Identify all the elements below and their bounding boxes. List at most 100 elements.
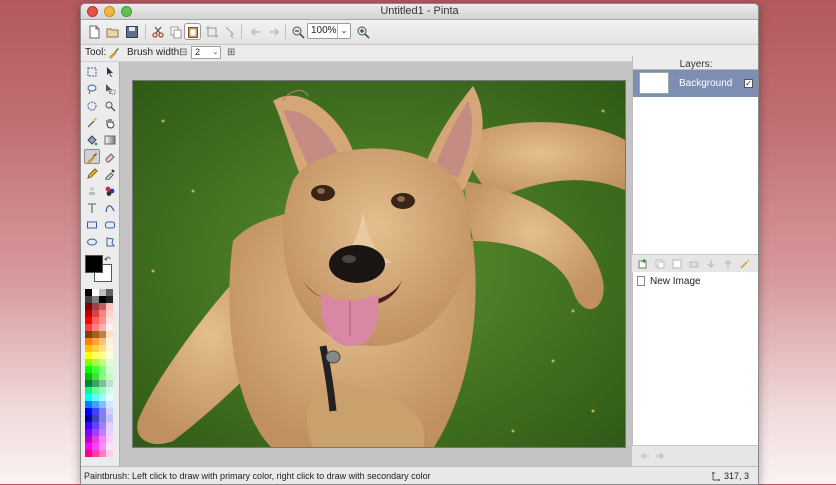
palette-swatch[interactable] xyxy=(92,338,99,345)
gradient-tool[interactable] xyxy=(102,132,118,147)
palette-swatch[interactable] xyxy=(99,296,106,303)
deselect-button[interactable] xyxy=(221,23,238,40)
palette-swatch[interactable] xyxy=(85,373,92,380)
palette-swatch[interactable] xyxy=(85,429,92,436)
palette-swatch[interactable] xyxy=(99,380,106,387)
palette-swatch[interactable] xyxy=(92,415,99,422)
palette-swatch[interactable] xyxy=(85,401,92,408)
palette-swatch[interactable] xyxy=(99,345,106,352)
palette-swatch[interactable] xyxy=(106,450,113,457)
cut-button[interactable] xyxy=(149,23,166,40)
undo-button[interactable] xyxy=(247,23,264,40)
redo-button[interactable] xyxy=(265,23,282,40)
palette-swatch[interactable] xyxy=(106,401,113,408)
move-selected-tool[interactable] xyxy=(102,64,118,79)
palette-swatch[interactable] xyxy=(85,415,92,422)
palette-swatch[interactable] xyxy=(106,324,113,331)
zoom-out-button[interactable] xyxy=(289,23,306,40)
palette-swatch[interactable] xyxy=(85,387,92,394)
palette-swatch[interactable] xyxy=(92,450,99,457)
palette-swatch[interactable] xyxy=(106,373,113,380)
palette-swatch[interactable] xyxy=(92,303,99,310)
palette-swatch[interactable] xyxy=(106,289,113,296)
palette-swatch[interactable] xyxy=(99,359,106,366)
palette-swatch[interactable] xyxy=(99,443,106,450)
pan-tool[interactable] xyxy=(102,115,118,130)
palette-swatch[interactable] xyxy=(92,443,99,450)
palette-swatch[interactable] xyxy=(99,289,106,296)
palette-swatch[interactable] xyxy=(85,289,92,296)
brush-width-increase-button[interactable]: ⊞ xyxy=(227,47,235,58)
palette-swatch[interactable] xyxy=(106,359,113,366)
ellipse-tool[interactable] xyxy=(84,234,100,249)
palette-swatch[interactable] xyxy=(106,303,113,310)
palette-swatch[interactable] xyxy=(99,366,106,373)
palette-swatch[interactable] xyxy=(99,331,106,338)
canvas-image[interactable] xyxy=(132,80,626,448)
palette-swatch[interactable] xyxy=(85,394,92,401)
palette-swatch[interactable] xyxy=(106,443,113,450)
palette-swatch[interactable] xyxy=(99,303,106,310)
palette-swatch[interactable] xyxy=(85,324,92,331)
zoom-combobox[interactable]: 100% ⌄ xyxy=(307,23,351,39)
palette-swatch[interactable] xyxy=(92,394,99,401)
palette-swatch[interactable] xyxy=(92,429,99,436)
palette-swatch[interactable] xyxy=(99,408,106,415)
palette-swatch[interactable] xyxy=(99,338,106,345)
palette-swatch[interactable] xyxy=(106,317,113,324)
clone-stamp-tool[interactable] xyxy=(84,183,100,198)
palette-swatch[interactable] xyxy=(106,422,113,429)
palette-swatch[interactable] xyxy=(85,380,92,387)
palette-swatch[interactable] xyxy=(92,408,99,415)
palette-swatch[interactable] xyxy=(85,436,92,443)
palette-swatch[interactable] xyxy=(85,359,92,366)
palette-swatch[interactable] xyxy=(92,366,99,373)
move-selection-tool[interactable] xyxy=(102,81,118,96)
palette-swatch[interactable] xyxy=(85,331,92,338)
line-curve-tool[interactable] xyxy=(102,200,118,215)
palette-swatch[interactable] xyxy=(85,422,92,429)
palette-swatch[interactable] xyxy=(99,373,106,380)
add-layer-button[interactable] xyxy=(636,257,649,270)
palette-swatch[interactable] xyxy=(99,394,106,401)
move-layer-down-button[interactable] xyxy=(704,257,717,270)
rectangle-tool[interactable] xyxy=(84,217,100,232)
palette-swatch[interactable] xyxy=(85,310,92,317)
swap-colors-icon[interactable]: ↶ xyxy=(104,255,111,264)
duplicate-layer-button[interactable] xyxy=(653,257,666,270)
palette-swatch[interactable] xyxy=(92,380,99,387)
palette-swatch[interactable] xyxy=(92,422,99,429)
history-redo-icon[interactable] xyxy=(654,451,665,462)
palette-swatch[interactable] xyxy=(85,296,92,303)
palette-swatch[interactable] xyxy=(92,289,99,296)
palette-swatch[interactable] xyxy=(106,366,113,373)
new-image-button[interactable] xyxy=(85,23,102,40)
freeform-shape-tool[interactable] xyxy=(102,234,118,249)
palette-swatch[interactable] xyxy=(85,450,92,457)
brush-width-decrease-button[interactable]: ⊟ xyxy=(179,47,187,58)
palette-swatch[interactable] xyxy=(99,317,106,324)
palette-swatch[interactable] xyxy=(85,317,92,324)
crop-to-selection-button[interactable] xyxy=(203,23,220,40)
palette-swatch[interactable] xyxy=(106,387,113,394)
chevron-down-icon[interactable]: ⌄ xyxy=(211,47,220,58)
paint-bucket-tool[interactable] xyxy=(84,132,100,147)
delete-layer-button[interactable] xyxy=(687,257,700,270)
palette-swatch[interactable] xyxy=(99,401,106,408)
palette-swatch[interactable] xyxy=(106,394,113,401)
recolor-tool[interactable] xyxy=(102,183,118,198)
palette-swatch[interactable] xyxy=(85,338,92,345)
palette-swatch[interactable] xyxy=(106,345,113,352)
palette-swatch[interactable] xyxy=(92,324,99,331)
chevron-down-icon[interactable]: ⌄ xyxy=(337,24,350,38)
palette-swatch[interactable] xyxy=(99,450,106,457)
layer-effects-button[interactable] xyxy=(738,257,751,270)
move-layer-up-button[interactable] xyxy=(721,257,734,270)
copy-button[interactable] xyxy=(167,23,184,40)
ellipse-select-tool[interactable] xyxy=(84,98,100,113)
palette-swatch[interactable] xyxy=(85,366,92,373)
paintbrush-tool[interactable] xyxy=(84,149,100,164)
eraser-tool[interactable] xyxy=(102,149,118,164)
palette-swatch[interactable] xyxy=(106,380,113,387)
save-image-button[interactable] xyxy=(123,23,140,40)
